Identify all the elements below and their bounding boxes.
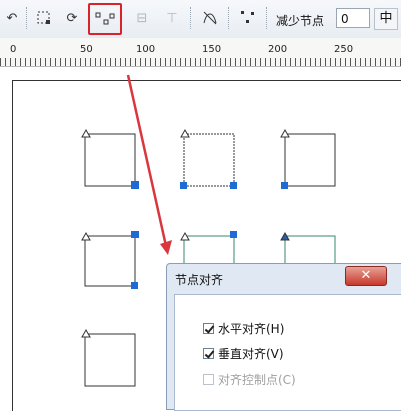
close-button[interactable]: ✕ [345,266,387,286]
align-control-points-checkbox[interactable] [203,374,214,385]
ruler-ticks [0,58,401,66]
node-select-icon[interactable] [32,6,56,30]
dialog-title: 节点对齐 [175,273,224,287]
horizontal-align-icon[interactable]: ⊟ [130,6,154,30]
ruler-label: 100 [136,44,156,55]
ruler-label: 250 [334,44,354,55]
align-nodes-icon[interactable] [88,3,122,35]
undo-icon[interactable]: ↶ [0,6,24,30]
toolbar-separator [266,7,268,29]
horizontal-align-option[interactable]: 水平对齐(H) [203,320,284,337]
vertical-align-label: 垂直对齐(V) [218,347,284,361]
align-control-points-option[interactable]: 对齐控制点(C) [203,371,296,388]
ruler-label: 150 [202,44,222,55]
smooth-node-icon[interactable] [198,6,222,30]
rotate-icon[interactable]: ⟳ [60,6,84,30]
horizontal-align-checkbox[interactable] [203,323,214,334]
align-control-points-label: 对齐控制点(C) [218,373,296,387]
toolbar-separator [190,7,192,29]
toolbar: ↶ ⟳ ⊟ ⊤ 减少节点 0 中 [0,0,401,39]
toolbar-separator [26,7,28,29]
vertical-align-icon[interactable]: ⊤ [160,6,184,30]
vertical-align-option[interactable]: 垂直对齐(V) [203,345,284,362]
reduce-nodes-input[interactable]: 0 [336,8,370,28]
ruler-label: 50 [80,44,93,55]
reduce-nodes-stepper[interactable]: 中 [374,8,398,30]
ruler-label: 0 [10,44,17,55]
ruler-label: 200 [268,44,288,55]
dialog-body: 水平对齐(H) 垂直对齐(V) 对齐控制点(C) [174,294,401,411]
scatter-node-icon[interactable] [236,6,260,30]
horizontal-ruler: 0 50 100 150 200 250 [0,38,401,67]
align-nodes-dialog: 节点对齐 ✕ 水平对齐(H) 垂直对齐(V) 对齐控制点(C) [166,263,401,411]
horizontal-align-label: 水平对齐(H) [218,322,285,336]
vertical-align-checkbox[interactable] [203,348,214,359]
toolbar-separator [228,7,230,29]
reduce-nodes-label: 减少节点 [276,14,325,28]
